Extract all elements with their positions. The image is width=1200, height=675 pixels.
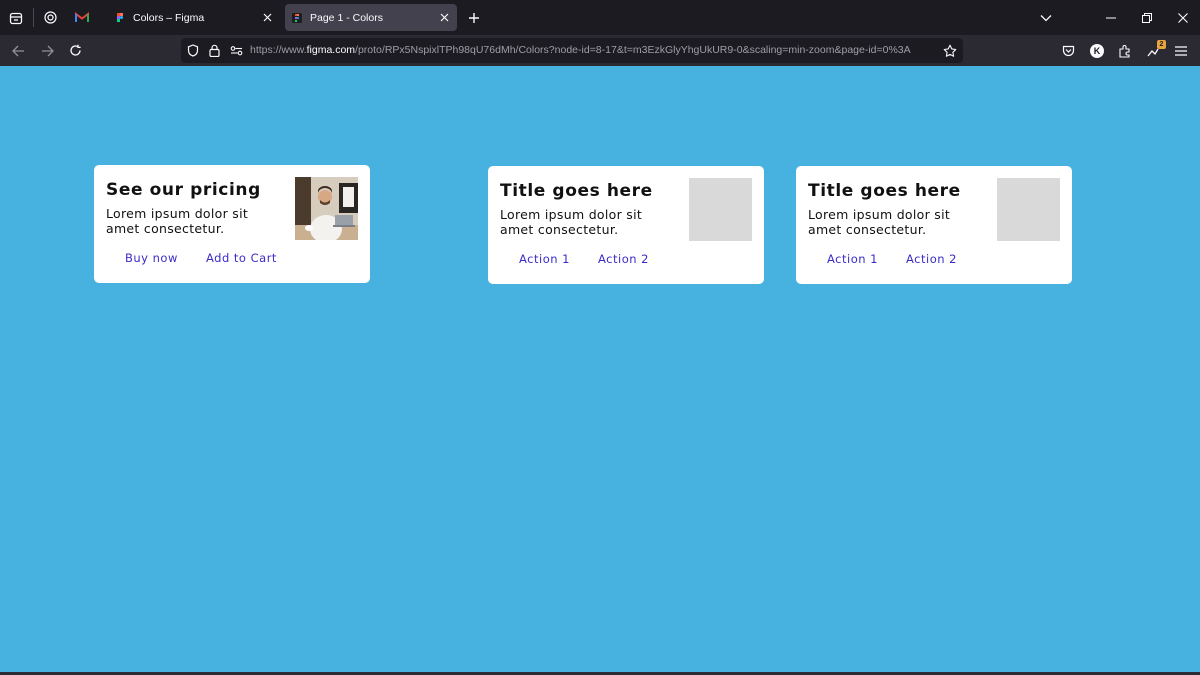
pocket-icon[interactable]: [1055, 35, 1081, 66]
tab-bar: Colors – Figma Page 1 - Colors: [0, 0, 1200, 35]
extensions-icon[interactable]: [1112, 35, 1138, 66]
navigation-toolbar: https://www.figma.com/proto/RPx5NspixlTP…: [0, 35, 1200, 66]
url-text[interactable]: https://www.figma.com/proto/RPx5NspixlTP…: [250, 38, 938, 63]
tab-title: Colors – Figma: [133, 11, 205, 24]
image-placeholder: [689, 178, 752, 241]
menu-icon[interactable]: [1168, 35, 1194, 66]
action-1-button[interactable]: Action 1: [827, 252, 878, 266]
card-body: Lorem ipsum dolor sit amet consectetur.: [808, 207, 951, 237]
minimize-icon[interactable]: [1094, 0, 1128, 35]
reload-icon[interactable]: [60, 35, 90, 66]
title-card: Title goes here Lorem ipsum dolor sit am…: [488, 166, 764, 284]
chatgpt-pinned-tab-icon[interactable]: [35, 0, 65, 35]
person-photo: [295, 177, 358, 240]
permissions-icon[interactable]: [227, 38, 245, 63]
close-window-icon[interactable]: [1166, 0, 1200, 35]
tab-page1-colors[interactable]: Page 1 - Colors: [285, 4, 457, 31]
list-all-tabs-icon[interactable]: [1029, 0, 1063, 35]
add-to-cart-button[interactable]: Add to Cart: [206, 251, 277, 265]
lock-icon[interactable]: [205, 38, 223, 63]
close-tab-icon[interactable]: [433, 7, 455, 29]
action-1-button[interactable]: Action 1: [519, 252, 570, 266]
back-icon[interactable]: [3, 35, 33, 66]
buy-now-button[interactable]: Buy now: [125, 251, 178, 265]
card-title: See our pricing: [106, 180, 261, 200]
card-body: Lorem ipsum dolor sit amet consectetur.: [106, 206, 249, 236]
forward-icon[interactable]: [32, 35, 62, 66]
firefox-view-icon[interactable]: [1, 0, 31, 35]
bookmark-star-icon[interactable]: [941, 38, 959, 63]
figma-icon: [292, 12, 302, 23]
url-path: /proto/RPx5NspixlTPh98qU76dMh/Colors?nod…: [355, 44, 911, 56]
account-initial: K: [1090, 43, 1104, 58]
address-bar[interactable]: https://www.figma.com/proto/RPx5NspixlTP…: [181, 38, 963, 63]
action-2-button[interactable]: Action 2: [906, 252, 957, 266]
gmail-pinned-tab-icon[interactable]: [67, 0, 97, 35]
url-prefix: https://www.: [250, 44, 307, 56]
restore-icon[interactable]: [1130, 0, 1164, 35]
close-tab-icon[interactable]: [256, 7, 278, 29]
new-tab-icon[interactable]: [459, 0, 489, 35]
url-domain: figma.com: [306, 44, 356, 56]
tab-colors-figma[interactable]: Colors – Figma: [108, 4, 280, 31]
shield-icon[interactable]: [184, 38, 202, 63]
pricing-card: See our pricing Lorem ipsum dolor sit am…: [94, 165, 370, 283]
card-title: Title goes here: [808, 181, 961, 201]
card-body: Lorem ipsum dolor sit amet consectetur.: [500, 207, 643, 237]
extension-badge-count: 2: [1157, 39, 1166, 49]
account-avatar[interactable]: K: [1084, 35, 1110, 66]
tab-separator: [33, 8, 34, 27]
image-placeholder: [997, 178, 1060, 241]
extension-badge-icon[interactable]: 2: [1141, 35, 1167, 66]
card-title: Title goes here: [500, 181, 653, 201]
title-card: Title goes here Lorem ipsum dolor sit am…: [796, 166, 1072, 284]
tab-title: Page 1 - Colors: [310, 11, 383, 24]
figma-icon: [117, 12, 123, 22]
action-2-button[interactable]: Action 2: [598, 252, 649, 266]
